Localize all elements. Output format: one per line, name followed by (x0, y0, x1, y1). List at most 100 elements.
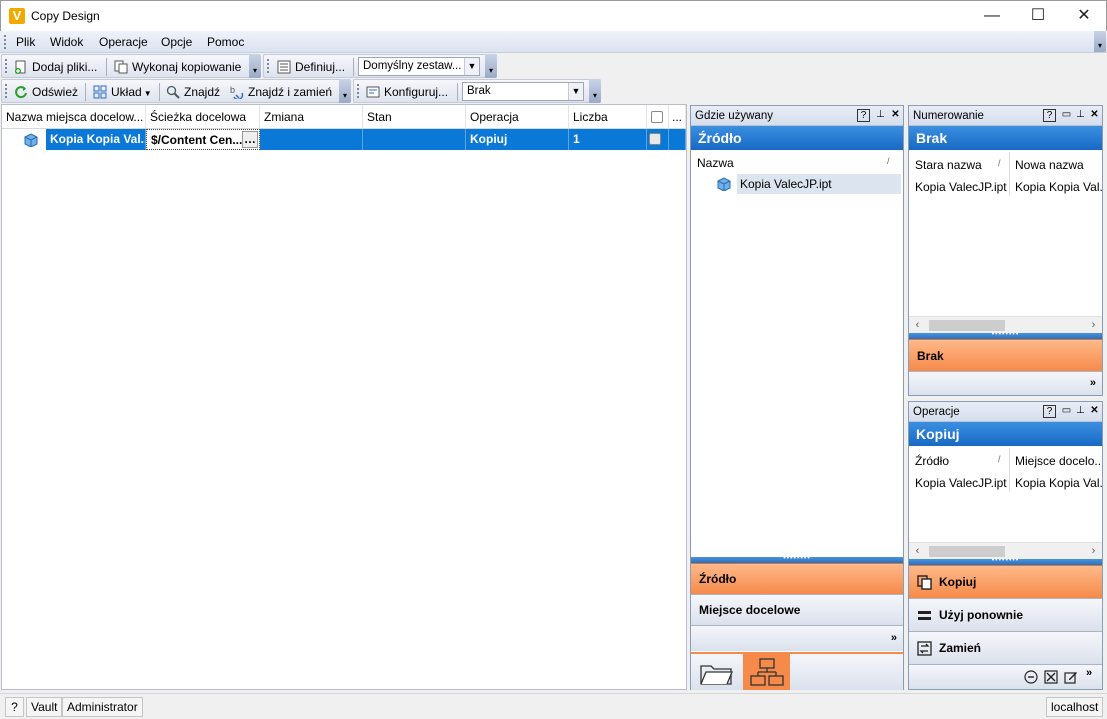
browse-path-button[interactable]: … (242, 131, 258, 148)
replace-operation-button[interactable]: Zamień (909, 631, 1102, 664)
define-label: Definiuj... (295, 60, 346, 74)
numbering-col-old[interactable]: Stara nazwa (915, 158, 982, 172)
close-button[interactable]: ✕ (1061, 1, 1107, 31)
header-checkbox[interactable] (651, 111, 663, 123)
define-button[interactable]: Definiuj... (277, 58, 345, 76)
close-icon[interactable]: ✕ (889, 109, 902, 122)
overflow-chevron-icon[interactable]: » (1086, 667, 1092, 679)
toolbar-overflow-button[interactable]: ▾ (339, 79, 351, 103)
cell-operation[interactable]: Kopiuj (466, 129, 569, 150)
toolbar-overflow-button[interactable]: ▾ (485, 54, 497, 78)
maximize-button[interactable]: ☐ (1015, 1, 1061, 31)
layout-icon (93, 85, 107, 99)
hierarchy-view-button[interactable] (743, 654, 790, 690)
sort-icon[interactable]: / (998, 454, 1001, 464)
operations-destination-name[interactable]: Kopia Kopia Val... (1015, 476, 1102, 490)
scroll-left-icon[interactable]: ‹ (909, 543, 926, 560)
operations-source-name[interactable]: Kopia ValecJP.ipt (915, 476, 1007, 490)
layout-button[interactable]: Układ ▼ (93, 83, 152, 101)
numbering-old-name[interactable]: Kopia ValecJP.ipt (915, 180, 1007, 194)
close-icon[interactable]: ✕ (1088, 109, 1101, 122)
menu-help[interactable]: Pomoc (207, 35, 244, 49)
delete-icon[interactable] (1044, 670, 1058, 684)
toolbar-grip[interactable] (5, 59, 8, 73)
cell-destination-path[interactable]: $/Content Cen... … (146, 129, 260, 150)
chevron-down-icon[interactable]: ▼ (464, 58, 479, 75)
scroll-right-icon[interactable]: › (1085, 543, 1102, 560)
menu-view[interactable]: Widok (50, 35, 83, 49)
cell-state[interactable] (363, 129, 466, 150)
find-button[interactable]: Znajdź (166, 83, 220, 101)
scroll-right-icon[interactable]: › (1085, 317, 1102, 334)
source-view-button[interactable]: Źródło (691, 563, 903, 594)
cell-count[interactable]: 1 (569, 129, 647, 150)
find-replace-button[interactable]: b Znajdź i zamień (230, 83, 332, 101)
pin-icon[interactable]: ⊥ (1074, 109, 1087, 122)
scroll-thumb[interactable] (929, 546, 1005, 557)
col-header-count[interactable]: Liczba (569, 105, 647, 129)
menu-file[interactable]: Plik (16, 35, 35, 49)
help-icon[interactable]: ? (1043, 405, 1056, 418)
numbering-col-new[interactable]: Nowa nazwa (1015, 158, 1084, 172)
menu-grip[interactable] (4, 35, 7, 49)
destination-view-button[interactable]: Miejsce docelowe (691, 594, 903, 625)
col-header-destination-name[interactable]: Nazwa miejsca docelow... (2, 105, 146, 129)
help-icon[interactable]: ? (857, 109, 870, 122)
window-icon[interactable]: ▭ (1060, 109, 1073, 122)
col-header-state[interactable]: Stan (363, 105, 466, 129)
row-checkbox[interactable] (649, 133, 661, 145)
col-header-operation[interactable]: Operacja (466, 105, 569, 129)
col-header-checkbox[interactable] (647, 105, 669, 129)
scroll-thumb[interactable] (929, 320, 1005, 331)
window-icon[interactable]: ▭ (1060, 405, 1073, 418)
help-icon[interactable]: ? (5, 697, 24, 717)
col-header-more[interactable]: ... (669, 105, 686, 129)
pin-icon[interactable]: ⊥ (874, 109, 887, 122)
filter-dropdown[interactable]: Brak ▼ (462, 82, 584, 101)
remove-icon[interactable] (1024, 670, 1038, 684)
toolbar-grip[interactable] (5, 84, 8, 98)
toolbar-grip[interactable] (357, 84, 360, 98)
cell-destination-name[interactable]: Kopia Kopia Val... (46, 129, 146, 150)
sort-icon[interactable]: / (998, 158, 1001, 168)
pin-icon[interactable]: ⊥ (1074, 405, 1087, 418)
copy-operation-button[interactable]: Kopiuj (909, 565, 1102, 598)
where-used-col-name[interactable]: Nazwa (697, 156, 734, 170)
copy-operation-label: Kopiuj (939, 575, 977, 589)
toolbar-overflow-button[interactable]: ▾ (249, 54, 261, 78)
numbering-new-name[interactable]: Kopia Kopia Val... (1015, 180, 1102, 194)
folder-icon[interactable] (699, 660, 733, 686)
cell-change[interactable] (260, 129, 363, 150)
reuse-operation-button[interactable]: Użyj ponownie (909, 598, 1102, 631)
help-icon[interactable]: ? (1043, 109, 1056, 122)
col-header-destination-path[interactable]: Ścieżka docelowa (146, 105, 260, 129)
overflow-chevron-icon[interactable]: » (909, 371, 1102, 395)
results-grid[interactable]: Nazwa miejsca docelow... Ścieżka docelow… (1, 104, 687, 690)
minimize-button[interactable]: — (969, 1, 1015, 31)
toolbar-overflow-button[interactable]: ▾ (589, 79, 601, 103)
operations-col-destination[interactable]: Miejsce docelo... (1015, 454, 1102, 468)
add-files-button[interactable]: Dodaj pliki... (14, 58, 97, 76)
overflow-chevron-icon[interactable]: » (691, 625, 903, 651)
edit-icon[interactable] (1064, 670, 1078, 684)
numbering-none-button[interactable]: Brak (909, 339, 1102, 371)
menu-options[interactable]: Opcje (161, 35, 192, 49)
menu-operations[interactable]: Operacje (99, 35, 148, 49)
toolbar-grip[interactable] (267, 59, 270, 73)
menu-overflow-button[interactable]: ▾ (1094, 31, 1106, 52)
refresh-button[interactable]: Odśwież (14, 83, 78, 101)
col-header-change[interactable]: Zmiana (260, 105, 363, 129)
sort-icon[interactable]: / (887, 156, 890, 166)
run-copy-button[interactable]: Wykonaj kopiowanie (114, 58, 241, 76)
chevron-down-icon[interactable]: ▼ (568, 83, 583, 100)
toolbar-separator (106, 58, 107, 76)
cell-more[interactable] (669, 129, 686, 150)
cell-checkbox[interactable] (647, 129, 669, 150)
operations-col-source[interactable]: Źródło (915, 454, 949, 468)
configure-button[interactable]: Konfiguruj... (366, 83, 448, 101)
scroll-left-icon[interactable]: ‹ (909, 317, 926, 334)
where-used-item[interactable]: Kopia ValecJP.ipt (737, 174, 901, 194)
column-divider (1009, 448, 1010, 492)
preset-dropdown[interactable]: Domyślny zestaw... ▼ (358, 57, 480, 76)
close-icon[interactable]: ✕ (1088, 405, 1101, 418)
